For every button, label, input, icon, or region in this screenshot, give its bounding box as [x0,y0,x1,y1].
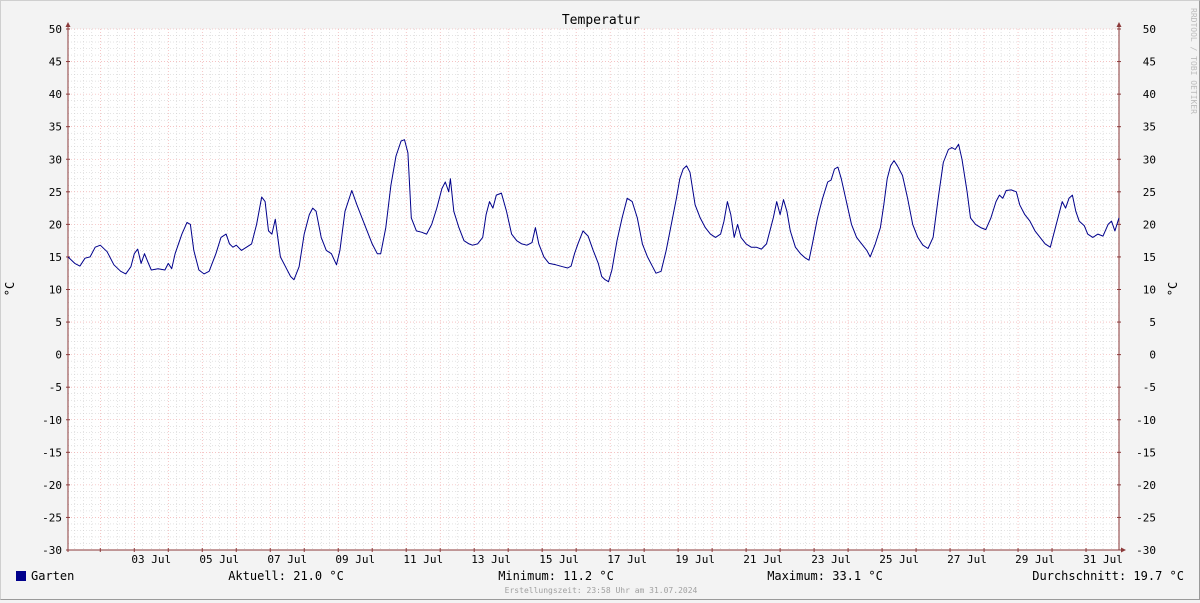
y-axis-right: 50454035302520151050-5-10-15-20-25-30 [1116,22,1156,557]
y-tick-label-left: 10 [49,284,62,297]
footer-timestamp: Erstellungszeit: 23:58 Uhr am 31.07.2024 [505,586,698,595]
y-tick-label-left: 25 [49,186,62,199]
y-tick-label-right: 15 [1143,251,1156,264]
x-tick-label: 05 Jul [199,553,239,566]
y-tick-label-left: 0 [55,349,62,362]
y-tick-label-left: -10 [42,414,62,427]
y-tick-label-left: 35 [49,121,62,134]
y-tick-label-left: 50 [49,23,62,36]
y-tick-label-left: -20 [42,479,62,492]
x-tick-label: 21 Jul [743,553,783,566]
y-tick-label-right: 35 [1143,121,1156,134]
y-axis-left: 50454035302520151050-5-10-15-20-25-30 [42,22,71,557]
legend-swatch [16,571,26,581]
x-tick-label: 13 Jul [471,553,511,566]
y-axis-arrow-right [1116,22,1122,27]
x-tick-label: 11 Jul [403,553,443,566]
y-tick-label-right: -25 [1136,511,1156,524]
y-tick-label-right: -10 [1136,414,1156,427]
x-tick-label: 23 Jul [811,553,851,566]
y-tick-label-left: -25 [42,511,62,524]
legend-maximum: Maximum: 33.1 °C [767,569,883,583]
x-tick-label: 03 Jul [131,553,171,566]
y-axis-label-right: °C [1166,282,1180,296]
y-tick-label-right: 10 [1143,284,1156,297]
x-tick-label: 15 Jul [539,553,579,566]
y-tick-label-left: 5 [55,316,62,329]
y-tick-label-right: 20 [1143,218,1156,231]
y-tick-label-left: 20 [49,218,62,231]
y-tick-label-right: -5 [1143,381,1156,394]
y-tick-label-left: -15 [42,446,62,459]
y-tick-label-left: 40 [49,88,62,101]
y-tick-label-right: -20 [1136,479,1156,492]
x-tick-label: 09 Jul [335,553,375,566]
chart-title: Temperatur [562,13,640,28]
x-tick-label: 29 Jul [1015,553,1055,566]
x-tick-label: 27 Jul [947,553,987,566]
x-tick-label: 19 Jul [675,553,715,566]
y-tick-label-left: 30 [49,153,62,166]
temperature-chart: 50454035302520151050-5-10-15-20-25-30 50… [3,8,1198,595]
y-tick-label-right: -30 [1136,544,1156,557]
chart-frame: 50 45 40 35 30 25 20 15 10 5 0 -5 -10 -15 -20 -25 -30 50… [0,0,1200,600]
x-tick-label: 17 Jul [607,553,647,566]
y-tick-label-right: 50 [1143,23,1156,36]
x-tick-label: 25 Jul [879,553,919,566]
legend-minimum: Minimum: 11.2 °C [498,569,614,583]
y-tick-label-left: -5 [49,381,62,394]
y-axis-label-left: °C [3,282,17,296]
y-tick-label-right: 25 [1143,186,1156,199]
legend-current: Aktuell: 21.0 °C [228,569,344,583]
y-tick-label-right: -15 [1136,446,1156,459]
legend-average: Durchschnitt: 19.7 °C [1032,569,1184,583]
y-tick-label-right: 5 [1149,316,1156,329]
y-tick-label-left: 15 [49,251,62,264]
x-axis-arrow [1121,547,1126,553]
x-tick-label: 07 Jul [267,553,307,566]
x-axis: 03 Jul 05 Jul 07 Jul 09 Jul 11 Jul 13 Jul 15 J… [66,547,1126,566]
y-tick-label-right: 30 [1143,153,1156,166]
y-axis-arrow-left [65,22,71,27]
y-tick-label-left: -30 [42,544,62,557]
y-tick-label-left: 45 [49,56,62,69]
legend-series-name: Garten [31,569,74,583]
watermark: RRDTOOL / TOBI OETIKER [1189,8,1198,114]
y-tick-label-right: 45 [1143,56,1156,69]
x-tick-label: 31 Jul [1083,553,1123,566]
y-tick-label-right: 0 [1149,349,1156,362]
y-tick-label-right: 40 [1143,88,1156,101]
